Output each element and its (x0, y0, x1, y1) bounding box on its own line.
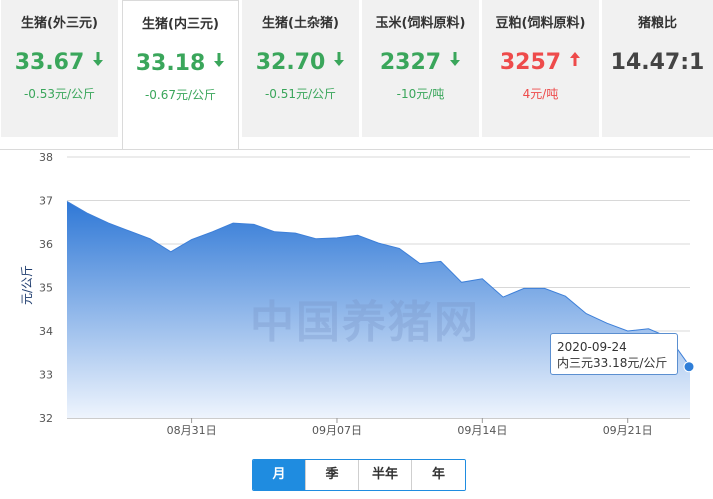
card-price: 3257 (482, 49, 599, 77)
card-title: 豆粕(饲料原料) (495, 16, 586, 31)
y-tick-label: 35 (39, 282, 53, 295)
card-soybean-meal[interactable]: 豆粕(饲料原料) 3257 4元/吨 (482, 0, 599, 137)
card-price: 2327 (362, 49, 479, 77)
card-price-value: 32.70 (255, 50, 326, 75)
arrow-down-icon (213, 48, 225, 76)
card-title: 生猪(外三元) (21, 16, 98, 31)
watermark: 中国养猪网 (250, 297, 480, 348)
card-title: 玉米(饲料原料) (375, 16, 466, 31)
y-tick-label: 37 (39, 195, 53, 208)
tooltip-date: 2020-09-24 (557, 340, 627, 354)
card-price-value: 14.47:1 (610, 50, 705, 75)
card-pig-neisanyuan[interactable]: 生猪(内三元) 33.18 -0.67元/公斤 (122, 0, 239, 150)
card-price: 14.47:1 (602, 49, 713, 77)
card-pig-grain-ratio[interactable]: 猪粮比 14.47:1 (602, 0, 713, 137)
card-price-value: 33.18 (135, 51, 206, 76)
card-price: 33.67 (1, 49, 118, 77)
card-price-value: 3257 (499, 50, 562, 75)
tab-year[interactable]: 年 (412, 460, 465, 490)
card-change: -10元/吨 (396, 87, 445, 101)
y-tick-label: 34 (39, 325, 53, 338)
y-axis-label: 元/公斤 (20, 265, 34, 305)
y-tick-label: 38 (39, 151, 53, 164)
card-pig-waisanyuan[interactable]: 生猪(外三元) 33.67 -0.53元/公斤 (1, 0, 118, 137)
card-change: -0.51元/公斤 (264, 87, 337, 101)
card-title: 生猪(土杂猪) (262, 16, 339, 31)
x-tick-label: 09月07日 (312, 424, 362, 437)
card-change: -0.53元/公斤 (23, 87, 96, 101)
x-tick-label: 08月31日 (167, 424, 217, 437)
chart-tooltip: 2020-09-24 内三元33.18元/公斤 (550, 333, 678, 375)
y-tick-label: 33 (39, 369, 53, 382)
price-cards: 生猪(外三元) 33.67 -0.53元/公斤 生猪(内三元) 33.18 -0… (0, 0, 713, 150)
x-tick-label: 09月21日 (603, 424, 653, 437)
card-corn[interactable]: 玉米(饲料原料) 2327 -10元/吨 (362, 0, 479, 137)
y-tick-label: 32 (39, 412, 53, 425)
highlight-point (683, 361, 695, 373)
tab-quarter[interactable]: 季 (306, 460, 359, 490)
arrow-down-icon (449, 47, 461, 75)
x-tick-label: 09月14日 (457, 424, 507, 437)
card-change: -0.67元/公斤 (144, 88, 217, 102)
card-price: 32.70 (242, 49, 359, 77)
tab-month[interactable]: 月 (253, 460, 306, 490)
card-price: 33.18 (123, 50, 238, 78)
card-change: 4元/吨 (522, 87, 559, 101)
tab-half-year[interactable]: 半年 (359, 460, 412, 490)
tooltip-value: 内三元33.18元/公斤 (557, 356, 668, 370)
y-tick-label: 36 (39, 238, 53, 251)
card-price-value: 2327 (379, 50, 442, 75)
card-pig-tuzazhu[interactable]: 生猪(土杂猪) 32.70 -0.51元/公斤 (242, 0, 359, 137)
arrow-up-icon (569, 47, 581, 75)
card-title: 生猪(内三元) (142, 17, 219, 32)
arrow-down-icon (333, 47, 345, 75)
arrow-down-icon (92, 47, 104, 75)
card-price-value: 33.67 (14, 50, 85, 75)
period-tabs: 月 季 半年 年 (252, 459, 466, 491)
card-title: 猪粮比 (637, 16, 677, 31)
